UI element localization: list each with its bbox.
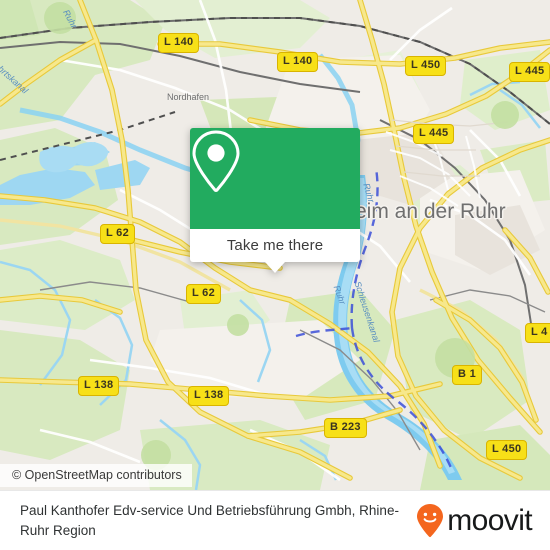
road-shield-l138-b: L 138 (188, 386, 230, 406)
osm-attribution[interactable]: © OpenStreetMap contributors (0, 464, 192, 487)
moovit-pin-icon (417, 503, 444, 537)
moovit-logo[interactable]: moovit (415, 503, 533, 539)
road-shield-b223: B 223 (324, 418, 367, 438)
road-shield-l4-clipped: L 4 (525, 323, 550, 343)
road-shield-l140-b: L 140 (277, 52, 319, 72)
place-title: Paul Kanthofer Edv-service Und Betriebsf… (20, 502, 399, 538)
popup-tail (265, 262, 285, 273)
map-pin-icon (192, 130, 240, 192)
footer-bar: Paul Kanthofer Edv-service Und Betriebsf… (0, 490, 550, 550)
road-shield-l62-b: L 62 (186, 284, 222, 304)
moovit-wordmark: moovit (447, 503, 532, 537)
road-shield-l140-a: L 140 (158, 33, 200, 53)
popup-cta-label: Take me there (226, 237, 324, 254)
road-shield-l450-a: L 450 (405, 56, 447, 76)
road-shield-l62-a: L 62 (100, 224, 136, 244)
road-shield-l138-a: L 138 (78, 376, 120, 396)
popup-cta-area[interactable]: Take me there (190, 229, 360, 273)
take-me-there-popup[interactable]: Take me there (190, 128, 360, 273)
popup-icon-area (190, 128, 360, 229)
road-shield-l445-b: L 445 (413, 124, 455, 144)
road-shield-l445-a: L 445 (509, 62, 550, 82)
map-screenshot: eim an der Ruhr Nordhafen Ruhr Ruhr Ruhr… (0, 0, 550, 550)
road-shield-b1: B 1 (452, 365, 483, 385)
map-canvas[interactable]: eim an der Ruhr Nordhafen Ruhr Ruhr Ruhr… (0, 0, 550, 490)
road-shield-l450-b: L 450 (486, 440, 528, 460)
